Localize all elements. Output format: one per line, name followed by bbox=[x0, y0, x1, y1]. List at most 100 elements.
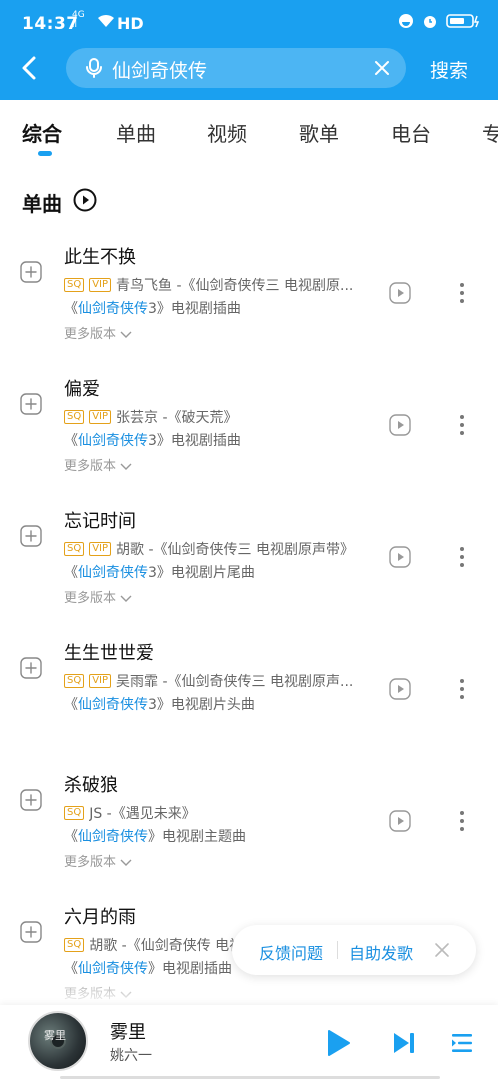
feedback-button[interactable]: 反馈问题 bbox=[259, 940, 323, 964]
more-versions-link[interactable]: 更多版本 bbox=[64, 323, 132, 342]
add-to-list-icon[interactable] bbox=[20, 921, 42, 943]
album-cover[interactable]: 雾里 bbox=[28, 1011, 88, 1071]
song-meta: SQ JS -《遇见未来》 bbox=[64, 803, 376, 823]
more-versions-label: 更多版本 bbox=[64, 591, 117, 606]
category-tabs: 综合 单曲 视频 歌单 电台 专 bbox=[0, 110, 498, 160]
section-title: 单曲 bbox=[22, 192, 62, 216]
chevron-down-icon bbox=[120, 331, 132, 338]
play-all-icon[interactable] bbox=[73, 188, 97, 212]
mv-play-icon[interactable] bbox=[389, 414, 411, 436]
tab-videos[interactable]: 视频 bbox=[207, 118, 247, 147]
mv-play-icon[interactable] bbox=[389, 810, 411, 832]
song-row[interactable]: 偏爱 SQ VIP 张芸京 -《破天荒》 《仙剑奇侠传3》电视剧插曲 更多版本 bbox=[0, 367, 498, 497]
play-icon[interactable] bbox=[325, 1029, 351, 1057]
more-versions-link[interactable]: 更多版本 bbox=[64, 587, 132, 606]
more-versions-label: 更多版本 bbox=[64, 327, 117, 342]
song-title[interactable]: 忘记时间 bbox=[64, 507, 136, 533]
network-type: 4G bbox=[72, 10, 85, 20]
add-to-list-icon[interactable] bbox=[20, 393, 42, 415]
add-to-list-icon[interactable] bbox=[20, 789, 42, 811]
badge-vip: VIP bbox=[89, 674, 112, 688]
desc-highlight: 仙剑奇侠传 bbox=[78, 433, 148, 449]
desc-highlight: 仙剑奇侠传 bbox=[78, 697, 148, 713]
mic-icon[interactable] bbox=[82, 56, 106, 80]
chevron-down-icon bbox=[120, 859, 132, 866]
song-description: 《仙剑奇侠传3》电视剧片头曲 bbox=[64, 694, 255, 714]
more-versions-label: 更多版本 bbox=[64, 459, 117, 474]
status-icons bbox=[398, 13, 482, 29]
song-artist-album: 青鸟飞鱼 -《仙剑奇侠传三 电视剧原... bbox=[116, 278, 354, 294]
search-input[interactable]: 仙剑奇侠传 bbox=[66, 48, 406, 88]
song-row[interactable]: 杀破狼 SQ JS -《遇见未来》 《仙剑奇侠传》电视剧主题曲 更多版本 bbox=[0, 763, 498, 893]
song-meta: SQ VIP 青鸟飞鱼 -《仙剑奇侠传三 电视剧原... bbox=[64, 275, 376, 295]
mini-player[interactable]: 雾里 雾里 姚六一 bbox=[0, 1005, 498, 1080]
tab-all[interactable]: 综合 bbox=[22, 118, 62, 147]
more-versions-link[interactable]: 更多版本 bbox=[64, 851, 132, 870]
status-bar: 14:37 4G ll HD bbox=[0, 0, 498, 44]
song-description: 《仙剑奇侠传》电视剧主题曲 bbox=[64, 826, 246, 846]
desc-suffix: 3》电视剧插曲 bbox=[148, 301, 241, 317]
badge-sq: SQ bbox=[64, 410, 85, 424]
desc-suffix: 3》电视剧片尾曲 bbox=[148, 565, 255, 581]
feedback-divider bbox=[337, 941, 338, 959]
desc-prefix: 《 bbox=[64, 829, 78, 845]
tab-songs[interactable]: 单曲 bbox=[116, 118, 156, 147]
song-description: 《仙剑奇侠传3》电视剧插曲 bbox=[64, 430, 241, 450]
playlist-icon[interactable] bbox=[450, 1031, 474, 1055]
song-row[interactable]: 生生世世爱 SQ VIP 吴雨霏 -《仙剑奇侠传三 电视剧原声... 《仙剑奇侠传… bbox=[0, 631, 498, 761]
search-button[interactable]: 搜索 bbox=[430, 56, 468, 83]
add-to-list-icon[interactable] bbox=[20, 261, 42, 283]
header: 14:37 4G ll HD 仙剑奇侠传 搜索 bbox=[0, 0, 498, 100]
mv-play-icon[interactable] bbox=[389, 546, 411, 568]
add-to-list-icon[interactable] bbox=[20, 525, 42, 547]
song-title[interactable]: 六月的雨 bbox=[64, 903, 136, 929]
back-button[interactable] bbox=[14, 52, 46, 84]
mv-play-icon[interactable] bbox=[389, 282, 411, 304]
tab-playlists[interactable]: 歌单 bbox=[299, 118, 339, 147]
self-upload-button[interactable]: 自助发歌 bbox=[349, 940, 413, 964]
hd-indicator: HD bbox=[117, 14, 144, 33]
alarm-icon bbox=[424, 16, 436, 28]
badge-vip: VIP bbox=[89, 278, 112, 292]
add-to-list-icon[interactable] bbox=[20, 657, 42, 679]
do-not-disturb-icon bbox=[399, 14, 413, 28]
badge-vip: VIP bbox=[89, 542, 112, 556]
tab-albums[interactable]: 专 bbox=[482, 118, 498, 147]
mv-play-icon[interactable] bbox=[389, 678, 411, 700]
clear-icon[interactable] bbox=[372, 58, 392, 78]
song-title[interactable]: 杀破狼 bbox=[64, 771, 118, 797]
song-meta: SQ VIP 张芸京 -《破天荒》 bbox=[64, 407, 376, 427]
tab-radio[interactable]: 电台 bbox=[391, 118, 431, 147]
more-options-icon[interactable] bbox=[452, 545, 472, 569]
badge-vip: VIP bbox=[89, 410, 112, 424]
song-description: 《仙剑奇侠传3》电视剧插曲 bbox=[64, 298, 241, 318]
song-title[interactable]: 此生不换 bbox=[64, 243, 136, 269]
list-fade bbox=[0, 975, 498, 1005]
song-title[interactable]: 偏爱 bbox=[64, 375, 100, 401]
battery-icon bbox=[446, 14, 480, 28]
more-options-icon[interactable] bbox=[452, 809, 472, 833]
next-icon[interactable] bbox=[391, 1031, 417, 1055]
badge-sq: SQ bbox=[64, 674, 85, 688]
more-versions-label: 更多版本 bbox=[64, 855, 117, 870]
more-versions-link[interactable]: 更多版本 bbox=[64, 455, 132, 474]
song-row[interactable]: 此生不换 SQ VIP 青鸟飞鱼 -《仙剑奇侠传三 电视剧原... 《仙剑奇侠传3… bbox=[0, 235, 498, 365]
status-time: 14:37 bbox=[22, 14, 79, 34]
badge-sq: SQ bbox=[64, 938, 85, 952]
search-query[interactable]: 仙剑奇侠传 bbox=[112, 56, 207, 83]
network-indicator: 4G ll bbox=[72, 10, 85, 30]
song-artist-album: 胡歌 -《仙剑奇侠传三 电视剧原声带》 bbox=[116, 542, 354, 558]
desc-prefix: 《 bbox=[64, 697, 78, 713]
badge-sq: SQ bbox=[64, 806, 85, 820]
desc-suffix: 3》电视剧片头曲 bbox=[148, 697, 255, 713]
more-options-icon[interactable] bbox=[452, 413, 472, 437]
song-title[interactable]: 生生世世爱 bbox=[64, 639, 154, 665]
song-row[interactable]: 忘记时间 SQ VIP 胡歌 -《仙剑奇侠传三 电视剧原声带》 《仙剑奇侠传3》电… bbox=[0, 499, 498, 629]
song-artist-album: 张芸京 -《破天荒》 bbox=[116, 410, 238, 426]
more-options-icon[interactable] bbox=[452, 281, 472, 305]
desc-prefix: 《 bbox=[64, 433, 78, 449]
desc-prefix: 《 bbox=[64, 565, 78, 581]
more-options-icon[interactable] bbox=[452, 677, 472, 701]
home-indicator bbox=[60, 1076, 440, 1079]
close-icon[interactable] bbox=[432, 940, 452, 960]
